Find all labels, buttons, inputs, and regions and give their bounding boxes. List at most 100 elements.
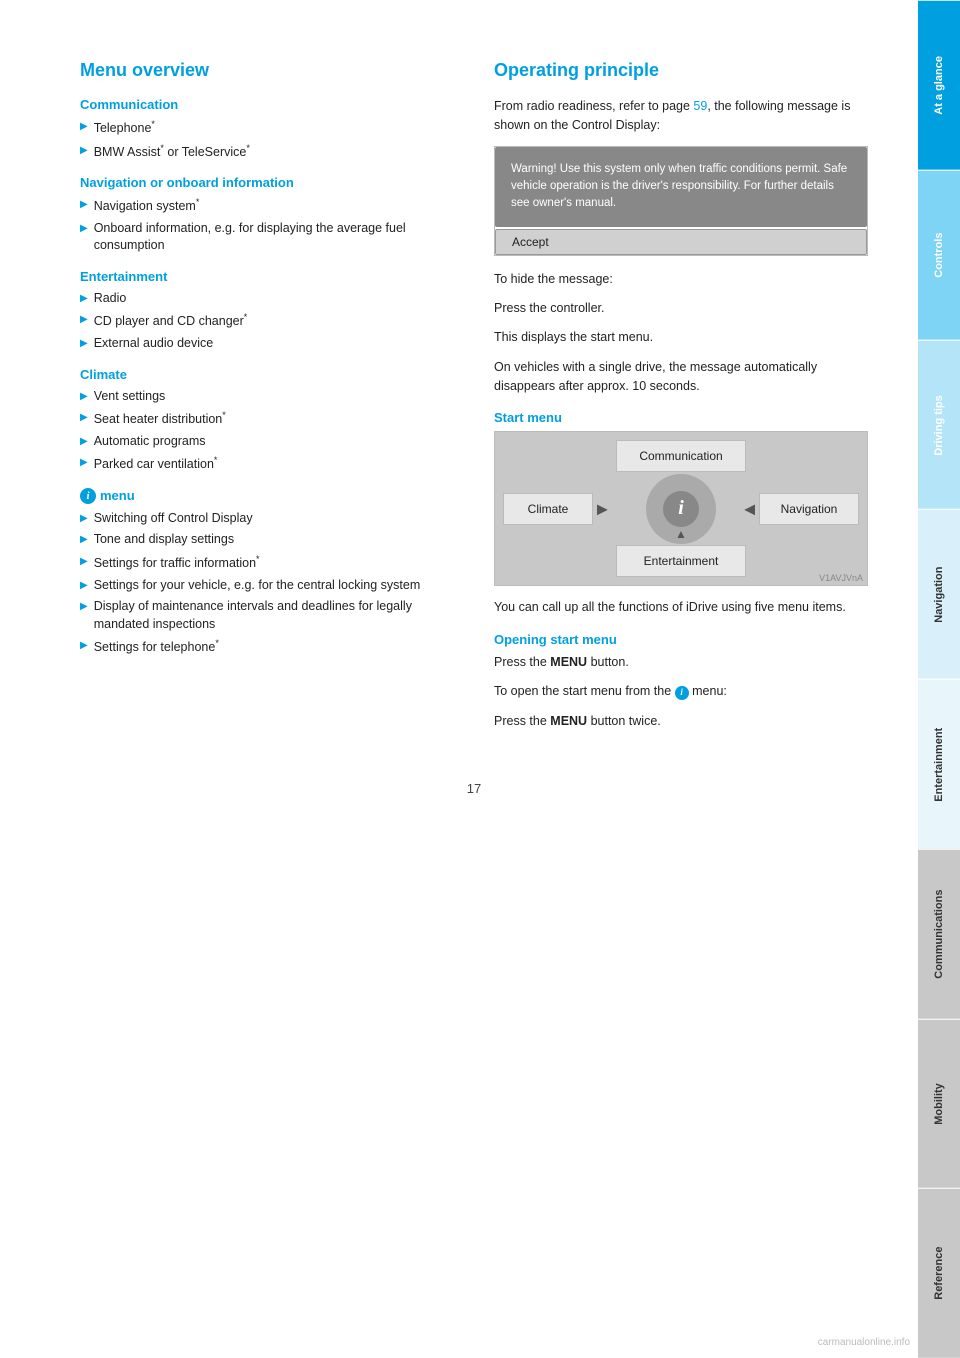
arrow-icon: ▶ xyxy=(80,120,88,134)
list-item: ▶ BMW Assist* or TeleService* xyxy=(80,142,454,162)
sidebar-tab-entertainment[interactable]: Entertainment xyxy=(918,679,960,849)
warning-container: Warning! Use this system only when traff… xyxy=(494,146,868,256)
sidebar-tab-at-a-glance[interactable]: At a glance xyxy=(918,0,960,170)
list-item: ▶ Parked car ventilation* xyxy=(80,454,454,474)
hide-message-title: To hide the message: xyxy=(494,270,868,289)
watermark: carmanualonline.info xyxy=(818,1337,910,1348)
menu-item-text: Automatic programs xyxy=(94,433,454,451)
climate-label: Climate xyxy=(528,502,569,516)
opening-step3: Press the MENU button twice. xyxy=(494,712,868,731)
sidebar-tab-label: Controls xyxy=(933,233,945,278)
list-item: ▶ Settings for telephone* xyxy=(80,637,454,657)
warning-text: Warning! Use this system only when traff… xyxy=(511,163,847,210)
opening-step1: Press the MENU button. xyxy=(494,653,868,672)
sidebar-tab-controls[interactable]: Controls xyxy=(918,170,960,340)
menu-bold-2: MENU xyxy=(550,714,587,728)
page-link[interactable]: 59 xyxy=(693,99,707,113)
arrow-icon: ▶ xyxy=(80,579,88,593)
menu-item-text: Tone and display settings xyxy=(94,531,454,549)
list-item: ▶ Settings for your vehicle, e.g. for th… xyxy=(80,577,454,595)
entertainment-cell: Entertainment xyxy=(616,545,746,577)
arrow-icon: ▶ xyxy=(80,512,88,526)
menu-item-text: Parked car ventilation* xyxy=(94,454,454,474)
arrow-icon: ▶ xyxy=(80,555,88,569)
menu-bold-1: MENU xyxy=(550,655,587,669)
list-item: ▶ External audio device xyxy=(80,335,454,353)
sidebar-tab-label: Navigation xyxy=(933,567,945,623)
two-column-layout: Menu overview Communication ▶ Telephone*… xyxy=(80,60,868,741)
climate-cell: Climate xyxy=(503,493,593,525)
menu-item-text: Telephone* xyxy=(94,118,454,138)
start-menu-diagram: Communication ▼ Climate ▶ i xyxy=(494,431,868,586)
menu-item-text: Seat heater distribution* xyxy=(94,409,454,429)
navigation-cell: Navigation xyxy=(759,493,859,525)
list-item: ▶ Telephone* xyxy=(80,118,454,138)
sidebar-tab-label: Reference xyxy=(933,1247,945,1300)
functions-text: You can call up all the functions of iDr… xyxy=(494,598,868,617)
intro-text: From radio readiness, refer to page 59, … xyxy=(494,97,868,136)
sidebar-tab-navigation[interactable]: Navigation xyxy=(918,509,960,679)
communication-label: Communication xyxy=(639,449,722,463)
start-menu-inner: Communication ▼ Climate ▶ i xyxy=(495,432,867,585)
list-item: ▶ CD player and CD changer* xyxy=(80,311,454,331)
arrow-icon: ▶ xyxy=(80,533,88,547)
menu-item-text: CD player and CD changer* xyxy=(94,311,454,331)
menu-item-text: Radio xyxy=(94,290,454,308)
communication-title: Communication xyxy=(80,97,454,112)
list-item: ▶ Onboard information, e.g. for displayi… xyxy=(80,220,454,255)
menu-item-text: Settings for your vehicle, e.g. for the … xyxy=(94,577,454,595)
menu-item-text: Vent settings xyxy=(94,388,454,406)
list-item: ▶ Vent settings xyxy=(80,388,454,406)
image-label: V1AVJVnA xyxy=(819,573,863,583)
arrow-icon: ▶ xyxy=(80,292,88,306)
page-container: Menu overview Communication ▶ Telephone*… xyxy=(0,0,960,1358)
i-menu-label: menu xyxy=(100,488,135,503)
list-item: ▶ Navigation system* xyxy=(80,196,454,216)
list-item: ▶ Automatic programs xyxy=(80,433,454,451)
arrow-icon: ▶ xyxy=(80,198,88,212)
warning-box: Warning! Use this system only when traff… xyxy=(495,147,867,227)
sidebar-tab-communications[interactable]: Communications xyxy=(918,849,960,1019)
sidebar-tab-mobility[interactable]: Mobility xyxy=(918,1019,960,1189)
menu-item-text: Settings for telephone* xyxy=(94,637,454,657)
menu-item-text: Navigation system* xyxy=(94,196,454,216)
arrow-icon: ▶ xyxy=(80,337,88,351)
arrow-left-right: ◀ xyxy=(744,500,755,517)
info-icon-label: i xyxy=(678,497,684,520)
accept-button[interactable]: Accept xyxy=(495,229,867,255)
start-menu-title: Start menu xyxy=(494,410,868,425)
sidebar-tabs: At a glance Controls Driving tips Naviga… xyxy=(918,0,960,1358)
menu-item-text: Onboard information, e.g. for displaying… xyxy=(94,220,454,255)
hide-message-step2: This displays the start menu. xyxy=(494,328,868,347)
arrow-icon: ▶ xyxy=(80,144,88,158)
right-column: Operating principle From radio readiness… xyxy=(494,60,868,741)
on-vehicles-text: On vehicles with a single drive, the mes… xyxy=(494,358,868,397)
sidebar-tab-label: Driving tips xyxy=(933,395,945,456)
left-column: Menu overview Communication ▶ Telephone*… xyxy=(80,60,454,741)
list-item: ▶ Seat heater distribution* xyxy=(80,409,454,429)
main-content: Menu overview Communication ▶ Telephone*… xyxy=(0,0,918,1358)
list-item: ▶ Radio xyxy=(80,290,454,308)
i-icon-inline: i xyxy=(675,686,689,700)
i-icon: i xyxy=(80,488,96,504)
arrow-icon: ▶ xyxy=(80,411,88,425)
list-item: ▶ Display of maintenance intervals and d… xyxy=(80,598,454,633)
arrow-right-left: ▶ xyxy=(597,500,608,517)
list-item: ▶ Tone and display settings xyxy=(80,531,454,549)
sidebar-tab-label: Entertainment xyxy=(933,727,945,801)
arrow-icon: ▶ xyxy=(80,435,88,449)
menu-item-text: Switching off Control Display xyxy=(94,510,454,528)
left-section-title: Menu overview xyxy=(80,60,454,81)
sidebar-tab-driving-tips[interactable]: Driving tips xyxy=(918,340,960,510)
navigation-label: Navigation xyxy=(781,502,838,516)
opening-step2: To open the start menu from the i menu: xyxy=(494,682,868,701)
i-menu-header: i menu xyxy=(80,488,454,504)
sidebar-tab-reference[interactable]: Reference xyxy=(918,1188,960,1358)
menu-item-text: Settings for traffic information* xyxy=(94,553,454,573)
arrow-icon: ▶ xyxy=(80,222,88,236)
menu-item-text: BMW Assist* or TeleService* xyxy=(94,142,454,162)
arrow-icon: ▶ xyxy=(80,600,88,614)
sidebar-tab-label: Mobility xyxy=(933,1083,945,1125)
navigation-onboard-title: Navigation or onboard information xyxy=(80,175,454,190)
list-item: ▶ Settings for traffic information* xyxy=(80,553,454,573)
